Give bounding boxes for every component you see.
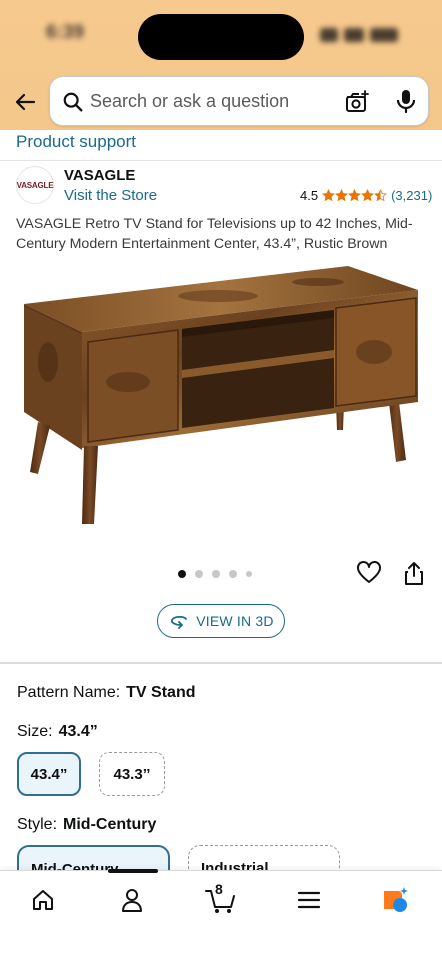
bottom-nav: 8 — [0, 869, 442, 960]
status-time: 6:39 — [46, 22, 85, 43]
product-image[interactable] — [18, 262, 426, 530]
star-icon — [322, 189, 336, 202]
brand-name: VASAGLE — [64, 167, 136, 184]
cart-count: 8 — [215, 881, 223, 897]
carousel-dot[interactable] — [246, 571, 252, 577]
star-icon — [374, 189, 388, 202]
support-strip: Product support — [0, 130, 442, 160]
share-icon[interactable] — [402, 560, 426, 586]
menu-icon[interactable] — [294, 885, 324, 915]
style-label: Style: — [17, 816, 58, 833]
home-icon[interactable] — [28, 885, 58, 915]
visit-store-link[interactable]: Visit the Store — [64, 187, 157, 204]
search-bar[interactable] — [49, 76, 429, 126]
product-support-link[interactable]: Product support — [16, 132, 136, 152]
mic-icon[interactable] — [394, 88, 418, 114]
rufus-assistant-icon[interactable] — [380, 885, 410, 915]
brand-logo-text: VASAGLE — [16, 180, 54, 190]
camera-icon[interactable] — [344, 89, 370, 115]
style-row: Style: Mid-Century — [17, 816, 156, 834]
star-icon — [335, 189, 349, 202]
pattern-value: TV Stand — [126, 684, 196, 701]
back-arrow-icon[interactable] — [10, 87, 40, 117]
view-in-3d-label: VIEW IN 3D — [196, 613, 274, 629]
view-in-3d-button[interactable]: VIEW IN 3D — [157, 604, 285, 638]
size-value: 43.4” — [58, 723, 98, 740]
divider — [0, 160, 442, 161]
account-icon[interactable] — [117, 885, 147, 915]
size-option-label: 43.3’’ — [113, 765, 151, 783]
rating-value: 4.5 — [300, 188, 319, 203]
star-icon — [348, 189, 362, 202]
review-count: (3,231) — [391, 188, 433, 203]
status-bar: 6:39 — [0, 0, 442, 70]
heart-icon[interactable] — [356, 560, 382, 586]
carousel-dot[interactable] — [229, 570, 237, 578]
star-rating — [322, 189, 388, 202]
product-title: VASAGLE Retro TV Stand for Televisions u… — [16, 216, 413, 252]
star-icon — [361, 189, 375, 202]
header: 6:39 Product support — [0, 0, 442, 160]
size-label: Size: — [17, 723, 53, 740]
carousel-dots[interactable] — [178, 568, 261, 580]
carousel-dot[interactable] — [178, 570, 186, 578]
search-icon — [63, 92, 83, 112]
brand-logo[interactable]: VASAGLE — [16, 166, 54, 204]
search-input[interactable] — [90, 77, 340, 125]
style-value: Mid-Century — [63, 816, 157, 833]
status-icons — [320, 26, 406, 46]
pattern-name-row: Pattern Name: TV Stand — [17, 684, 196, 702]
carousel-dot[interactable] — [212, 570, 220, 578]
view-3d-icon — [171, 615, 188, 629]
dynamic-island — [138, 14, 304, 60]
size-option[interactable]: 43.3’’ — [99, 752, 165, 796]
size-option-selected[interactable]: 43.4” — [17, 752, 81, 796]
search-row — [0, 76, 442, 130]
size-row: Size: 43.4” — [17, 723, 98, 741]
carousel-dot[interactable] — [195, 570, 203, 578]
size-option-label: 43.4” — [30, 765, 68, 783]
pattern-label: Pattern Name: — [17, 684, 121, 701]
section-divider — [0, 662, 442, 664]
rating[interactable]: 4.5 (3,231) — [300, 188, 432, 203]
active-tab-indicator — [108, 869, 158, 873]
